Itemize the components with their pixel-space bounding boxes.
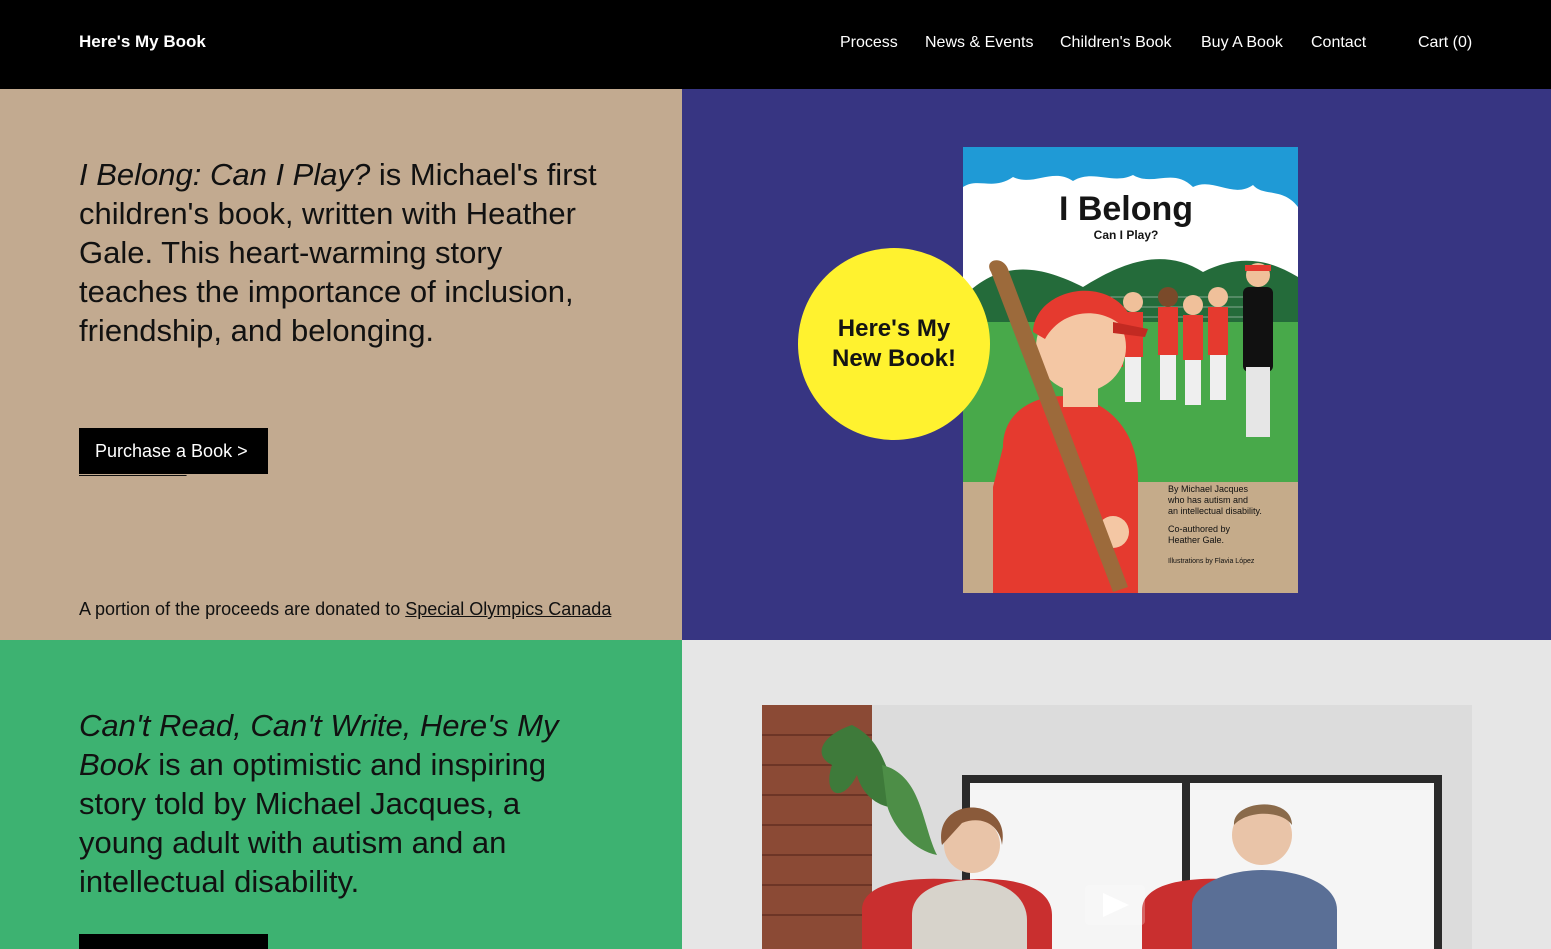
- cover-credit-line: By Michael Jacques: [1168, 484, 1249, 494]
- video-play-button[interactable]: [1085, 885, 1145, 925]
- site-header: Here's My Book Process News & Events Chi…: [0, 0, 1551, 89]
- cover-credit-line: Co-authored by: [1168, 524, 1231, 534]
- purchase-book-button-2[interactable]: Purchase a Book >: [79, 934, 268, 949]
- first-book-section: Can't Read, Can't Write, Here's My Book …: [0, 640, 682, 949]
- badge-line-2: New Book!: [831, 345, 956, 372]
- cover-credit-line: who has autism and: [1167, 495, 1248, 505]
- nav-news-events[interactable]: News & Events: [925, 34, 1033, 52]
- childrens-book-section: I Belong: Can I Play? is Michael's first…: [0, 89, 682, 640]
- nav-process[interactable]: Process: [840, 34, 898, 52]
- site-logo[interactable]: Here's My Book: [79, 32, 206, 52]
- cover-illustrator: Illustrations by Flavia López: [1168, 558, 1255, 565]
- nav-buy-a-book[interactable]: Buy A Book: [1201, 34, 1283, 52]
- play-icon: [1103, 893, 1129, 917]
- nav-childrens-book[interactable]: Children's Book: [1060, 34, 1172, 52]
- new-book-badge: Here's My New Book!: [798, 248, 990, 440]
- book-cover-image: I Belong Can I Play? By Michael Jacques …: [963, 147, 1298, 593]
- first-book-text: is an optimistic and inspiring story tol…: [79, 747, 546, 899]
- cover-subtitle: Can I Play?: [1094, 228, 1159, 242]
- first-book-description: Can't Read, Can't Write, Here's My Book …: [79, 706, 589, 901]
- childrens-book-description: I Belong: Can I Play? is Michael's first…: [79, 155, 619, 350]
- childrens-book-title: I Belong: Can I Play?: [79, 157, 371, 192]
- badge-line-1: Here's My: [837, 315, 951, 342]
- nav-contact[interactable]: Contact: [1311, 34, 1366, 52]
- cart-link[interactable]: Cart (0): [1418, 34, 1472, 52]
- cover-title: I Belong: [1059, 190, 1193, 228]
- proceeds-text: A portion of the proceeds are donated to: [79, 599, 406, 619]
- cover-credit-line: Heather Gale.: [1168, 535, 1224, 545]
- special-olympics-link[interactable]: Special Olympics Canada: [405, 599, 611, 619]
- cover-credit-line: an intellectual disability.: [1168, 506, 1262, 516]
- purchase-book-button[interactable]: Purchase a Book >: [79, 428, 268, 474]
- proceeds-note: A portion of the proceeds are donated to…: [79, 597, 619, 622]
